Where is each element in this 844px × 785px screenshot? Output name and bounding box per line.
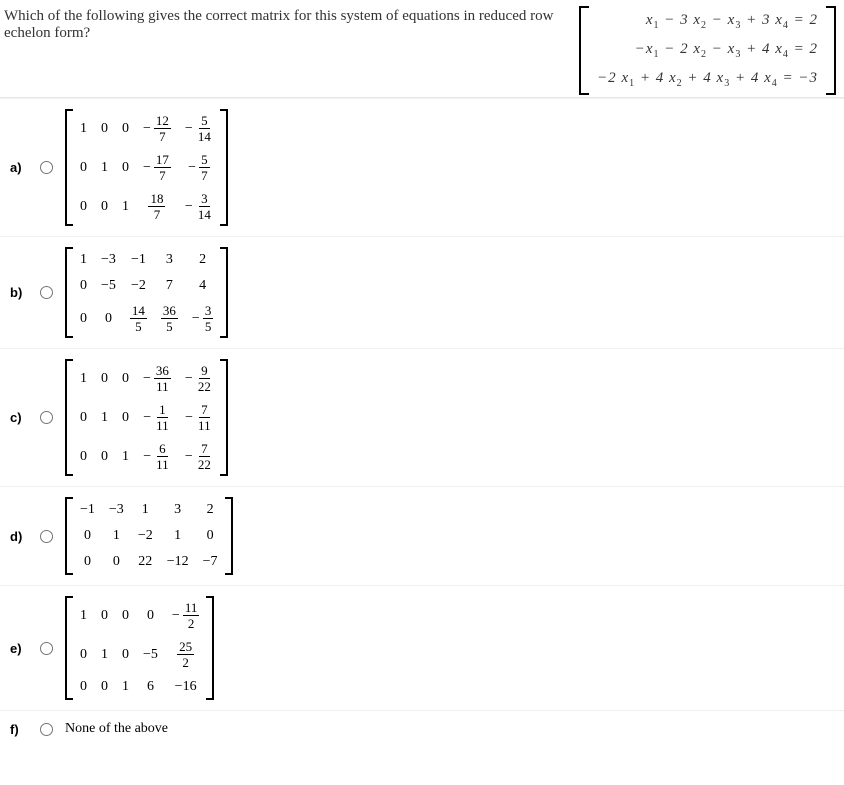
option-label: a) <box>10 160 28 175</box>
equation-system: x1 − 3 x2 − x3 + 3 x4 = 2 −x1 − 2 x2 − x… <box>579 6 836 95</box>
option-a-radio[interactable] <box>40 161 53 174</box>
matrix-c: 100−3611−922010−111−711001−611−722 <box>65 359 228 476</box>
option-c-radio[interactable] <box>40 411 53 424</box>
option-f: f) None of the above <box>0 710 844 747</box>
option-b-radio[interactable] <box>40 286 53 299</box>
option-c: c) 100−3611−922010−111−711001−611−722 <box>0 348 844 486</box>
option-b: b) 1−3−1320−5−27400145365−35 <box>0 236 844 348</box>
option-a: a) 100−127−514010−177−57001187−314 <box>0 98 844 236</box>
matrix-d: −1−313201−2100022−12−7 <box>65 497 233 575</box>
option-e-radio[interactable] <box>40 642 53 655</box>
question-text: Which of the following gives the correct… <box>4 6 567 42</box>
matrix-b: 1−3−1320−5−27400145365−35 <box>65 247 228 338</box>
option-d-radio[interactable] <box>40 530 53 543</box>
option-f-radio[interactable] <box>40 723 53 736</box>
option-e: e) 1000−112010−52520016−16 <box>0 585 844 710</box>
option-label: c) <box>10 410 28 425</box>
matrix-e: 1000−112010−52520016−16 <box>65 596 214 700</box>
option-label: e) <box>10 641 28 656</box>
option-label: b) <box>10 285 28 300</box>
matrix-a: 100−127−514010−177−57001187−314 <box>65 109 228 226</box>
option-label: f) <box>10 722 28 737</box>
options-list: a) 100−127−514010−177−57001187−314 b) 1−… <box>0 98 844 747</box>
option-f-text: None of the above <box>65 721 168 737</box>
option-d: d) −1−313201−2100022−12−7 <box>0 486 844 585</box>
option-label: d) <box>10 529 28 544</box>
